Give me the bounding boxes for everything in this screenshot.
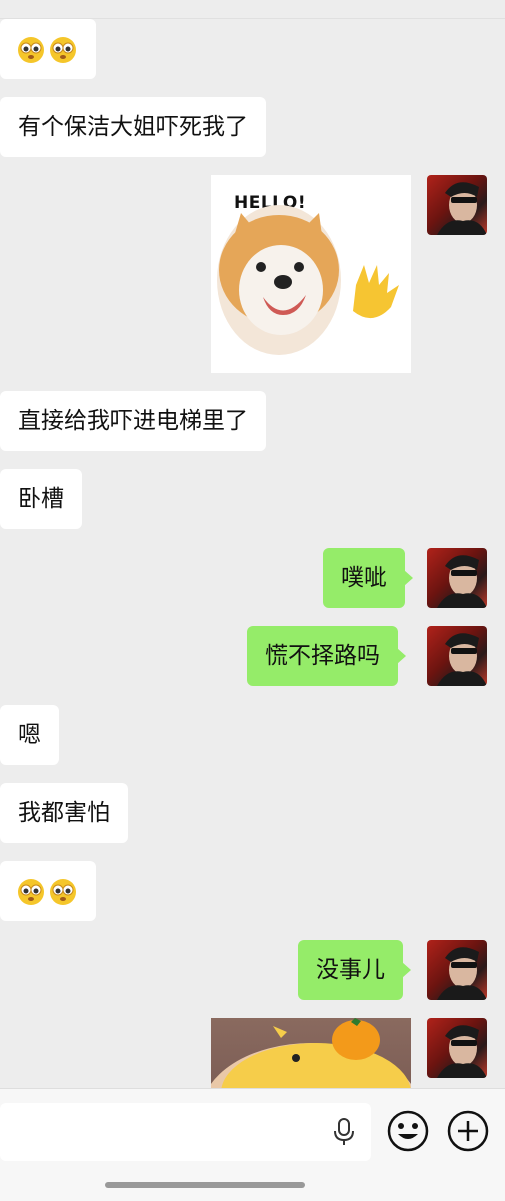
message-bubble-emoji[interactable] bbox=[0, 861, 96, 921]
avatar[interactable] bbox=[427, 940, 487, 1000]
message-text: 我都害怕 bbox=[18, 800, 110, 826]
message-text: 直接给我吓进电梯里了 bbox=[18, 408, 248, 434]
message-bubble-self[interactable]: 慌不择路吗 bbox=[247, 626, 406, 686]
message-text: 卧槽 bbox=[18, 486, 64, 512]
message-input[interactable] bbox=[0, 1103, 371, 1161]
input-toolbar bbox=[0, 1088, 505, 1201]
message-bubble[interactable]: 我都害怕 bbox=[0, 783, 128, 843]
eyes-emoji bbox=[50, 878, 76, 905]
message-bubble[interactable]: 嗯 bbox=[0, 705, 59, 765]
food-photo bbox=[211, 1018, 411, 1088]
microphone-icon[interactable] bbox=[332, 1117, 356, 1147]
avatar-person-image bbox=[437, 947, 487, 1000]
avatar[interactable] bbox=[427, 626, 487, 686]
avatar[interactable] bbox=[427, 548, 487, 608]
eyes-emoji bbox=[18, 36, 44, 63]
avatar-person-image bbox=[437, 182, 487, 235]
message-text: 没事儿 bbox=[316, 957, 385, 983]
shiba-dog-sticker bbox=[217, 205, 399, 355]
emoji-smile-icon[interactable] bbox=[387, 1110, 429, 1152]
image-message[interactable] bbox=[211, 1018, 411, 1088]
message-text: 嗯 bbox=[18, 722, 41, 748]
message-bubble[interactable]: 卧槽 bbox=[0, 469, 82, 529]
message-bubble-emoji[interactable] bbox=[0, 19, 96, 79]
avatar-person-image bbox=[437, 555, 487, 608]
message-bubble-self[interactable]: 没事儿 bbox=[298, 940, 411, 1000]
avatar-person-image bbox=[437, 1025, 487, 1078]
eyes-emoji bbox=[50, 36, 76, 63]
avatar[interactable] bbox=[427, 1018, 487, 1078]
message-text: 有个保洁大姐吓死我了 bbox=[18, 114, 248, 140]
home-indicator[interactable] bbox=[105, 1182, 305, 1188]
plus-icon[interactable] bbox=[447, 1110, 489, 1152]
avatar[interactable] bbox=[427, 175, 487, 235]
eyes-emoji bbox=[18, 878, 44, 905]
message-text: 慌不择路吗 bbox=[265, 643, 380, 669]
avatar-person-image bbox=[437, 633, 487, 686]
sticker-message[interactable]: HELLO! bbox=[211, 175, 411, 373]
message-text: 噗呲 bbox=[341, 565, 387, 591]
message-bubble[interactable]: 有个保洁大姐吓死我了 bbox=[0, 97, 266, 157]
chat-area: 有个保洁大姐吓死我了 HELLO! 直接给我吓进电梯里了 卧槽 噗呲 慌不择路吗… bbox=[0, 0, 505, 1088]
message-bubble[interactable]: 直接给我吓进电梯里了 bbox=[0, 391, 266, 451]
message-bubble-self[interactable]: 噗呲 bbox=[323, 548, 413, 608]
